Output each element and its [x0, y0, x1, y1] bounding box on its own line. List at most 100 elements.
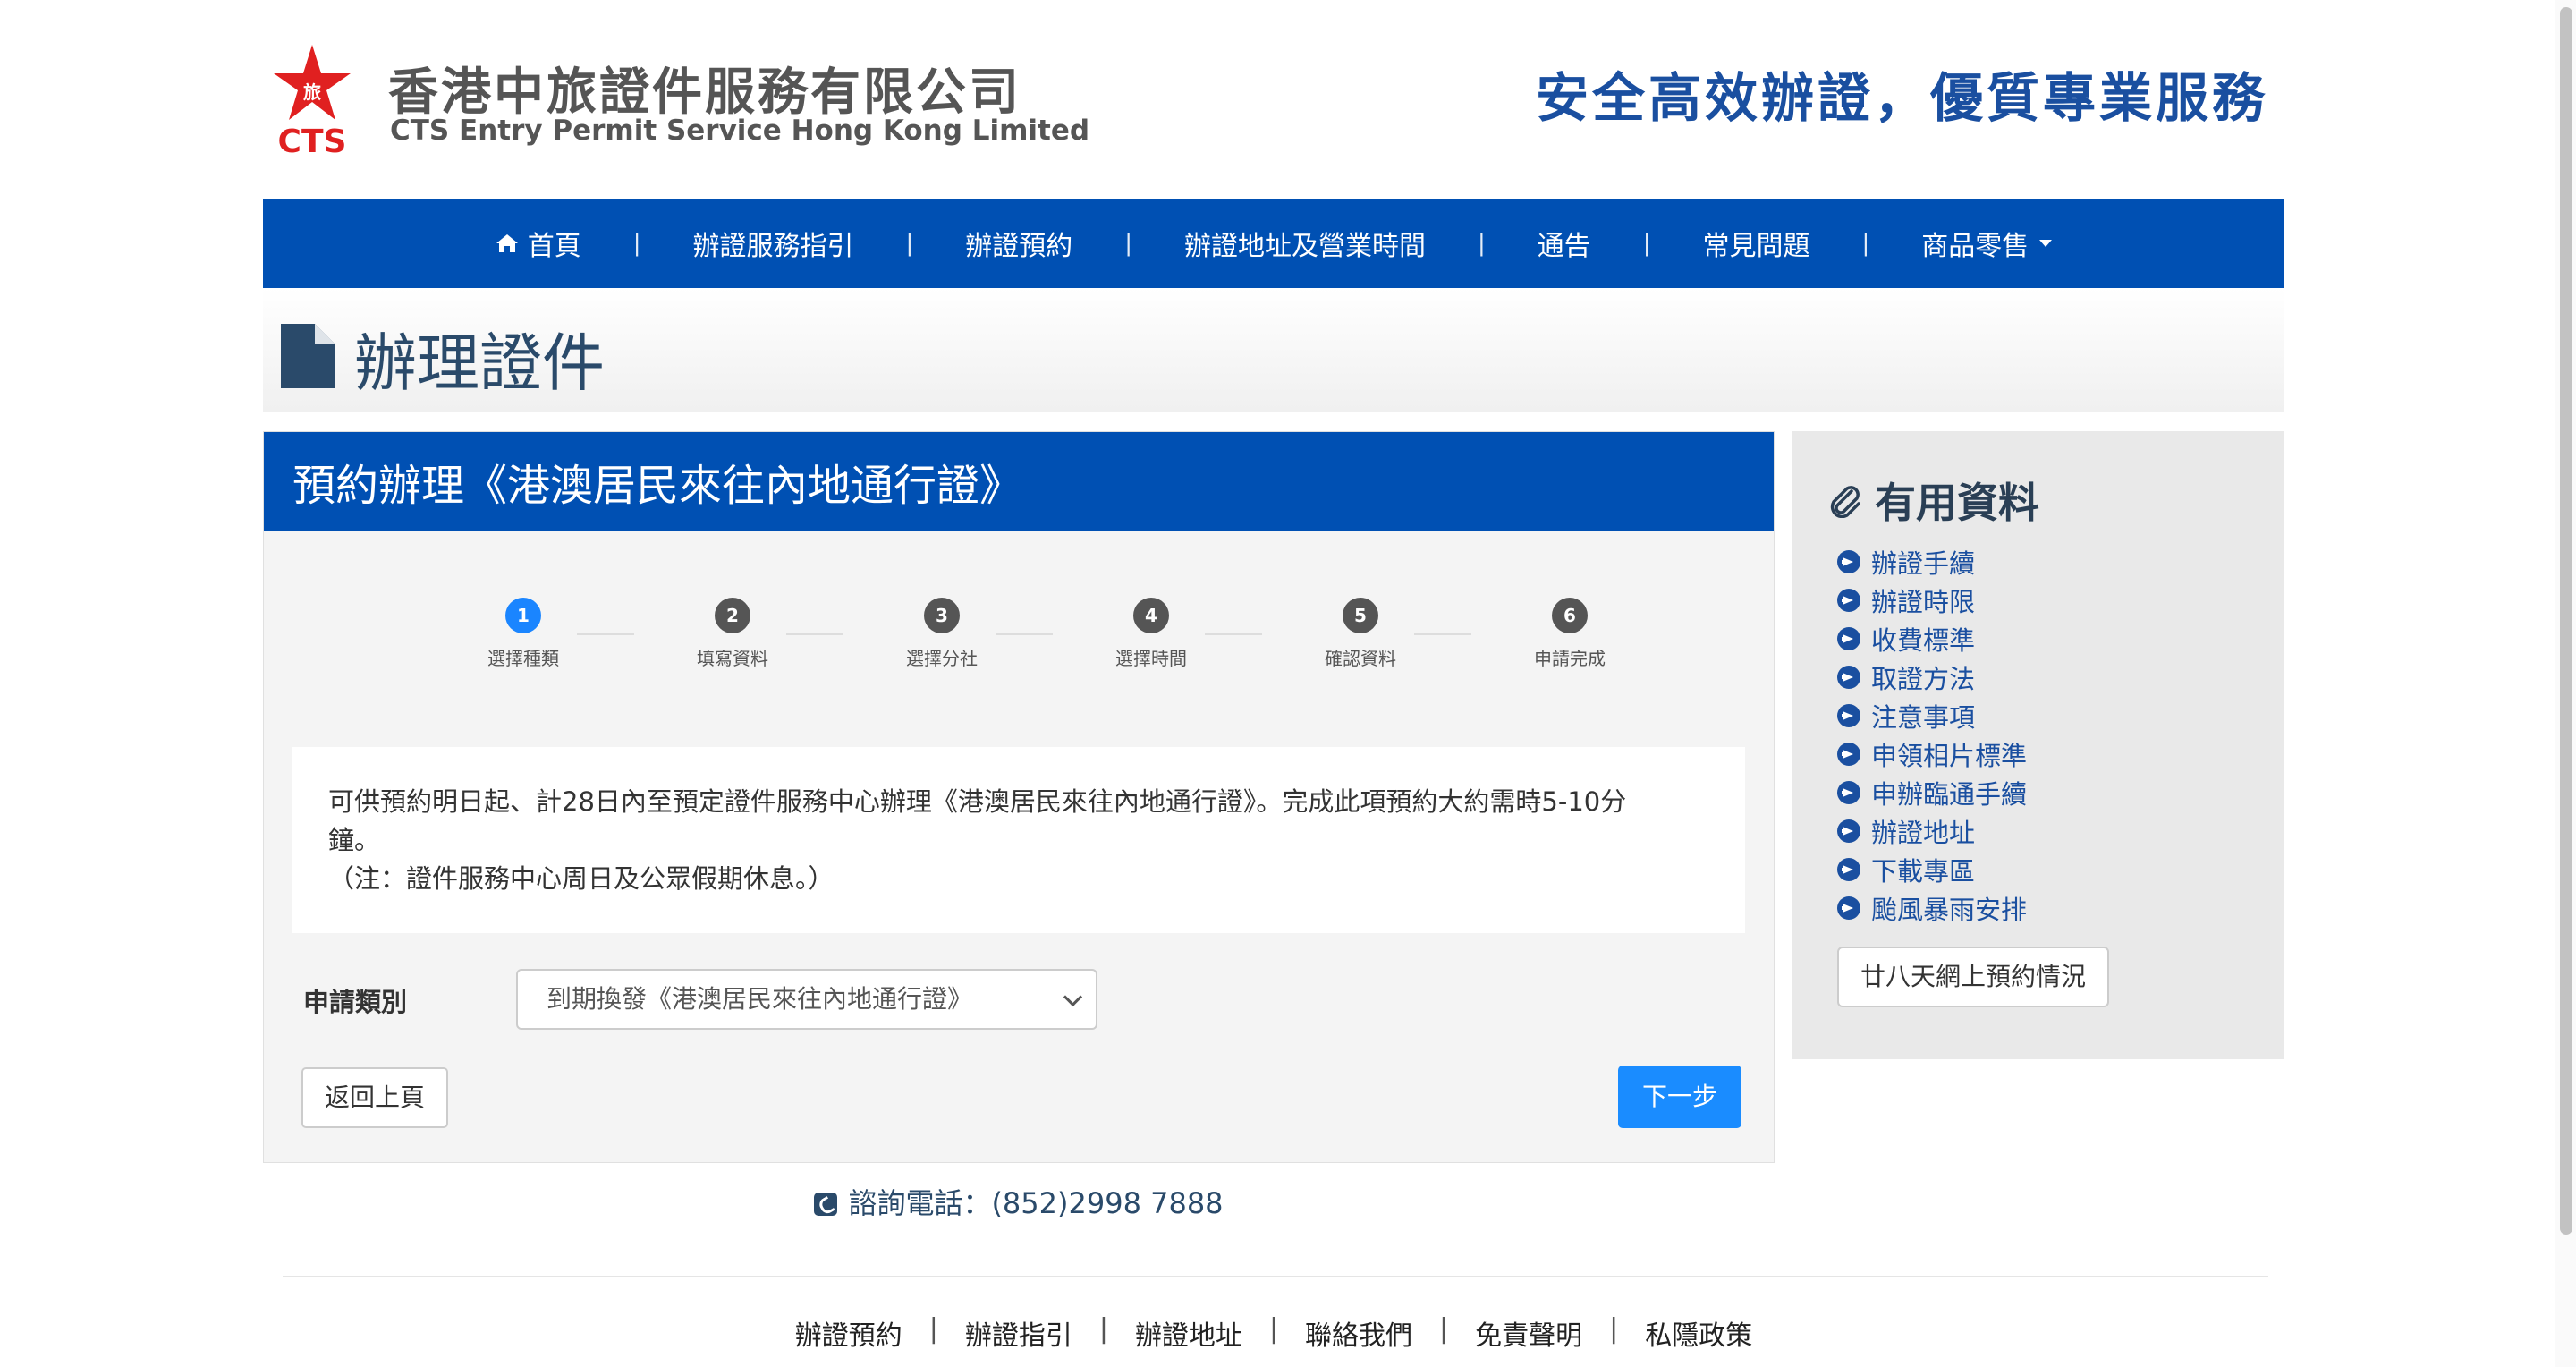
nav-item-booking[interactable]: 辦證預約 [944, 224, 1094, 263]
step-6: 6 申請完成 [1507, 598, 1632, 670]
nav-item-faq[interactable]: 常見問題 [1682, 224, 1832, 263]
page-title: 辦理證件 [354, 327, 605, 400]
nav-label: 首頁 [527, 231, 581, 262]
company-name-zh: 香港中旅證件服務有限公司 [388, 64, 1021, 122]
sidebar-title-text: 有用資料 [1875, 479, 2039, 527]
caret-down-icon [2039, 240, 2053, 247]
info-text: 鐘。 [328, 825, 381, 855]
paperclip-icon [1830, 486, 1860, 518]
useful-link-label: 颱風暴雨安排 [1871, 894, 2028, 925]
step-number: 1 [505, 598, 541, 633]
nav-separator: | [1124, 230, 1132, 257]
chevron-down-icon [1063, 987, 1083, 1007]
nav-item-notices[interactable]: 通告 [1516, 224, 1613, 263]
useful-link[interactable]: 申領相片標準 [1837, 734, 2027, 773]
svg-text:旅: 旅 [303, 81, 321, 103]
footer-link-address[interactable]: 辦證地址 [1135, 1313, 1242, 1353]
step-5: 5 確認資料 [1298, 598, 1423, 670]
logo-text: CTS [278, 123, 347, 157]
useful-link[interactable]: 辦證時限 [1837, 581, 2027, 619]
footer-link-guide[interactable]: 辦證指引 [965, 1313, 1072, 1353]
nav-separator: | [1642, 230, 1651, 257]
nav-label: 辦證服務指引 [692, 231, 854, 262]
info-text: 可供預約明日起、計28日內至預定證件服務中心辦理《港澳居民來往內地通行證》。完成… [328, 786, 1627, 817]
company-name-en: CTS Entry Permit Service Hong Kong Limit… [390, 115, 1090, 147]
nav-separator: | [905, 230, 914, 257]
arrow-circle-right-icon [1837, 819, 1860, 843]
arrow-circle-right-icon [1837, 588, 1860, 612]
step-number: 5 [1343, 598, 1378, 633]
useful-link[interactable]: 申辦臨通手續 [1837, 773, 2027, 811]
application-type-row: 申請類別 到期換發《港澳居民來往內地通行證》 [303, 969, 1377, 1032]
footer-link-privacy[interactable]: 私隱政策 [1645, 1313, 1752, 1353]
info-note: （注：證件服務中心周日及公眾假期休息。） [328, 863, 835, 894]
arrow-circle-right-icon [1837, 626, 1860, 650]
useful-link[interactable]: 辦證手續 [1837, 542, 2027, 581]
nav-separator: | [1861, 230, 1870, 257]
progress-steps: 1 選擇種類 2 填寫資料 3 選擇分社 4 選擇時間 5 確認資料 6 申請完… [461, 598, 1606, 687]
step-label: 填寫資料 [697, 648, 768, 669]
footer-divider [283, 1276, 2268, 1277]
useful-link[interactable]: 收費標準 [1837, 619, 2027, 658]
booking-status-button[interactable]: 廿八天網上預約情況 [1837, 947, 2109, 1007]
cts-logo[interactable]: 旅 CTS [272, 41, 352, 160]
arrow-circle-right-icon [1837, 780, 1860, 804]
page-scrollbar[interactable] [2555, 0, 2576, 1367]
hotline[interactable]: 諮詢電話：(852)2998 7888 [263, 1181, 1775, 1222]
useful-link-label: 辦證手續 [1871, 548, 1976, 579]
useful-link[interactable]: 注意事項 [1837, 696, 2027, 734]
footer-links: 辦證預約 | 辦證指引 | 辦證地址 | 聯絡我們 | 免責聲明 | 私隱政策 [263, 1313, 2284, 1353]
step-number: 2 [715, 598, 750, 633]
arrow-circle-right-icon [1837, 703, 1860, 727]
arrow-circle-right-icon [1837, 896, 1860, 920]
slogan: 安全高效辦證，優質專業服務 [1535, 67, 2268, 129]
arrow-circle-right-icon [1837, 665, 1860, 689]
nav-label: 商品零售 [1921, 231, 2029, 262]
arrow-circle-right-icon [1837, 742, 1860, 766]
next-step-button[interactable]: 下一步 [1618, 1066, 1741, 1128]
footer-separator: | [1268, 1313, 1279, 1345]
useful-links-list: 辦證手續 辦證時限 收費標準 取證方法 注意事項 申領相片標準 申辦臨通手續 辦… [1837, 542, 2027, 927]
footer-separator: | [1098, 1313, 1108, 1345]
step-label: 確認資料 [1325, 648, 1396, 669]
useful-link[interactable]: 辦證地址 [1837, 811, 2027, 850]
footer-link-contact[interactable]: 聯絡我們 [1305, 1313, 1412, 1353]
arrow-circle-right-icon [1837, 857, 1860, 881]
nav-item-service-guide[interactable]: 辦證服務指引 [671, 224, 875, 263]
step-2: 2 填寫資料 [670, 598, 795, 670]
nav-item-retail-dropdown[interactable]: 商品零售 [1900, 224, 2073, 263]
footer-separator: | [1609, 1313, 1619, 1345]
scrollbar-thumb[interactable] [2560, 7, 2572, 1235]
site-header: 旅 CTS 香港中旅證件服務有限公司 CTS Entry Permit Serv… [263, 0, 2284, 199]
useful-link[interactable]: 下載專區 [1837, 850, 2027, 888]
back-button[interactable]: 返回上頁 [301, 1067, 448, 1128]
useful-link[interactable]: 取證方法 [1837, 658, 2027, 696]
useful-link-label: 申領相片標準 [1871, 740, 2028, 771]
application-type-label: 申請類別 [303, 987, 408, 1017]
useful-link-label: 下載專區 [1871, 855, 1976, 887]
useful-link-label: 辦證時限 [1871, 586, 1976, 617]
useful-link[interactable]: 颱風暴雨安排 [1837, 888, 2027, 927]
nav-item-home[interactable]: 首頁 [474, 224, 603, 263]
footer-link-booking[interactable]: 辦證預約 [795, 1313, 902, 1353]
page-title-bar: 辦理證件 [263, 288, 2284, 412]
nav-label: 常見問題 [1702, 231, 1810, 262]
nav-label: 辦證預約 [965, 231, 1073, 262]
nav-item-address-hours[interactable]: 辦證地址及營業時間 [1163, 224, 1447, 263]
step-1: 1 選擇種類 [461, 598, 586, 670]
useful-link-label: 注意事項 [1871, 701, 1976, 733]
step-label: 選擇時間 [1115, 648, 1187, 669]
main-nav: 首頁 | 辦證服務指引 | 辦證預約 | 辦證地址及營業時間 | 通告 | 常見… [263, 199, 2284, 288]
footer-separator: | [1439, 1313, 1449, 1345]
booking-panel: 預約辦理《港澳居民來往內地通行證》 1 選擇種類 2 填寫資料 3 選擇分社 4… [263, 431, 1775, 1163]
sidebar-title: 有用資料 [1826, 471, 2039, 530]
booking-heading: 預約辦理《港澳居民來往內地通行證》 [264, 432, 1774, 531]
step-number: 3 [924, 598, 960, 633]
arrow-circle-right-icon [1837, 549, 1860, 573]
footer-link-disclaimer[interactable]: 免責聲明 [1475, 1313, 1582, 1353]
useful-link-label: 取證方法 [1871, 663, 1976, 694]
application-type-select[interactable]: 到期換發《港澳居民來往內地通行證》 [516, 969, 1097, 1030]
step-number: 6 [1552, 598, 1588, 633]
home-icon [496, 234, 518, 252]
document-icon [281, 324, 335, 388]
